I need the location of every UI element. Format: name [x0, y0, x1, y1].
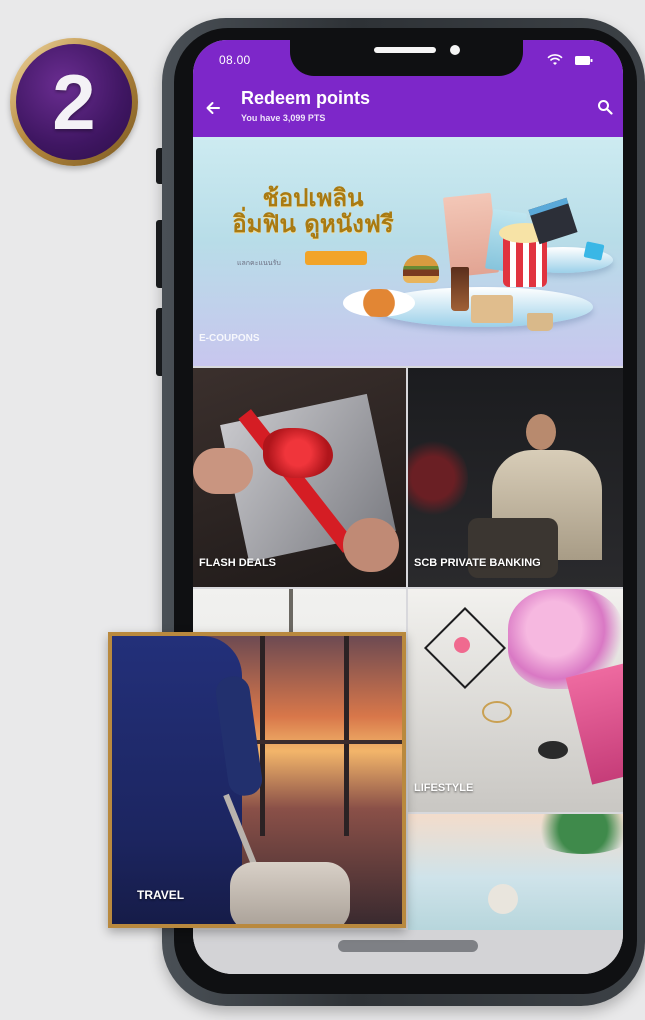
magazine-image: [565, 663, 623, 785]
sunglasses-image: [538, 741, 568, 759]
hand-image-right: [343, 518, 399, 572]
food-box-image: [471, 295, 513, 323]
travel-label: TRAVEL: [137, 888, 185, 902]
category-tile-flash-deals[interactable]: FLASH DEALS: [193, 368, 406, 587]
status-icons: [547, 54, 593, 66]
category-tile-beach[interactable]: [408, 814, 623, 930]
banner-headline-line1: ช้อปเพลิน: [262, 184, 364, 212]
front-camera: [450, 45, 460, 55]
sofa-image: [468, 518, 558, 578]
banner-headline: ช้อปเพลิน อิ่มฟิน ดูหนังฟรี: [223, 185, 403, 238]
page-title: Redeem points: [241, 88, 371, 108]
flowers-background: [408, 438, 468, 518]
category-tile-lifestyle[interactable]: LIFESTYLE: [408, 589, 623, 812]
status-time: 08.00: [219, 53, 251, 67]
coffee-cup-image: [527, 313, 553, 331]
category-tile-private-banking[interactable]: SCB PRIVATE BANKING: [408, 368, 623, 587]
brand-logo: [305, 251, 367, 265]
step-badge: 2: [10, 38, 138, 166]
burger-image: [403, 255, 439, 283]
app-bar: Redeem points You have 3,099 PTS: [193, 82, 623, 137]
banner-headline-line2: อิ่มฟิน ดูหนังฟรี: [232, 210, 394, 239]
jewelry-image: [482, 701, 512, 723]
step-number: 2: [52, 58, 96, 146]
tile-label-lifestyle: LIFESTYLE: [414, 782, 474, 794]
search-icon[interactable]: [597, 99, 613, 115]
back-arrow-icon[interactable]: [203, 98, 223, 118]
ticket-image: [583, 241, 605, 261]
speaker-grille: [374, 47, 436, 53]
tile-label-private-banking: SCB PRIVATE BANKING: [414, 557, 541, 569]
battery-icon: [575, 55, 593, 65]
banner-category-label: E-COUPONS: [199, 333, 260, 344]
window-mullion-2: [344, 636, 349, 836]
food-plate-image: [343, 289, 415, 317]
pink-accent-image: [454, 637, 470, 653]
screen-bottom-area: [193, 930, 623, 974]
points-balance: You have 3,099 PTS: [241, 113, 326, 123]
gift-bow: [263, 428, 333, 478]
window-mullion: [260, 636, 265, 836]
e-coupons-banner[interactable]: ช้อปเพลิน อิ่มฟิน ดูหนังฟรี แลกคะแนนรับ …: [193, 137, 623, 366]
hand-image: [193, 448, 253, 494]
notch: [290, 40, 523, 76]
home-indicator[interactable]: [338, 940, 478, 952]
suitcase-image: [230, 862, 350, 924]
step-badge-inner: 2: [16, 44, 132, 160]
person-hat-image: [488, 884, 518, 914]
wifi-icon: [547, 54, 563, 65]
drink-cup-image: [451, 267, 469, 311]
tile-label-flash-deals: FLASH DEALS: [199, 557, 276, 569]
travel-highlight-card[interactable]: TRAVEL: [108, 632, 406, 928]
man-head: [526, 414, 556, 450]
banner-subtext: แลกคะแนนรับ: [237, 260, 281, 267]
palm-leaves-image: [528, 814, 623, 854]
